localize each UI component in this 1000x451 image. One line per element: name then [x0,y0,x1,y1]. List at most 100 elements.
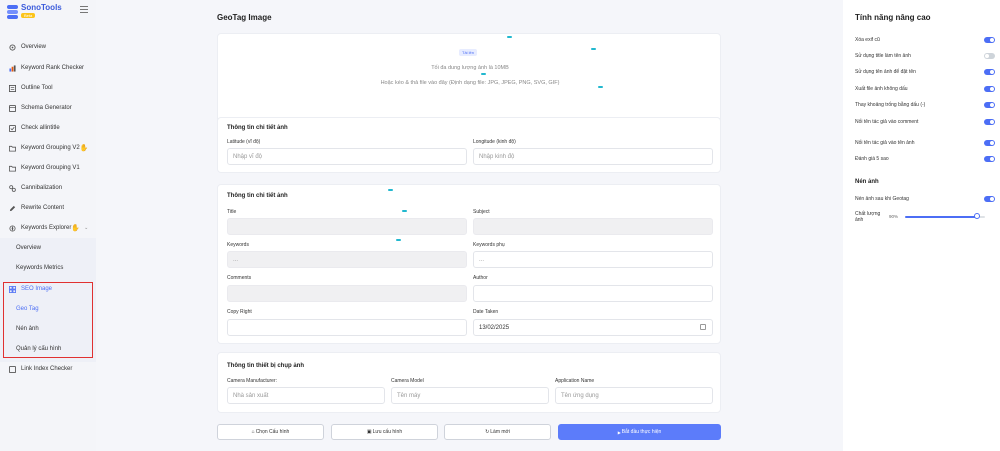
option-label: Nối tên tác giả vào comment [855,119,919,125]
toggle-switch[interactable] [984,156,995,162]
author-input[interactable] [473,285,713,302]
sidebar-item-keywords-explorer[interactable]: Keywords Explorer ✋ ⌄ [0,221,96,235]
sidebar-item-keyword-rank-checker[interactable]: Keyword Rank Checker [0,61,96,75]
title-label: Title [227,209,237,215]
section-title: Thông tin chi tiết ảnh [227,193,288,199]
sidebar-item-schema-generator[interactable]: Schema Generator [0,101,96,115]
button-label: Bắt đầu thực hiện [621,429,662,435]
button-label: Làm mới [490,429,510,435]
application-name-input[interactable]: Tên ứng dụng [555,387,713,404]
save-icon: ▣ [366,429,372,435]
reset-button[interactable]: ↻ Làm mới [444,424,551,440]
checkbox-icon [8,365,16,373]
sidebar-item-label: Outline Tool [21,85,53,91]
sidebar-item-keyword-grouping-v2[interactable]: Keyword Grouping V2 ✋ [0,141,96,155]
toggle-switch[interactable] [984,196,995,202]
option-row[interactable]: Nối tên tác giả vào tên ảnh [855,138,995,148]
sidebar-subitem-overview[interactable]: Overview [0,241,96,255]
toggle-switch[interactable] [984,102,995,108]
subject-label: Subject [473,209,490,215]
option-row[interactable]: Sử dụng title làm tên ảnh [855,51,995,61]
keywords-sub-input[interactable]: ... [473,251,713,268]
home-icon: ⌂ [251,429,255,435]
sidebar-item-overview[interactable]: Overview [0,40,96,54]
toggle-switch[interactable] [984,69,995,75]
upload-button[interactable]: Tải lên [459,49,478,56]
option-row[interactable]: Nối tên tác giả vào comment [855,117,995,127]
artifact-speck [507,36,512,38]
rank-icon [8,64,16,72]
option-label: Sử dụng tên ảnh để đặt tên [855,69,916,75]
copyright-label: Copy Right [227,309,252,315]
checkbox-icon [8,124,16,132]
toggle-switch[interactable] [984,53,995,59]
brand-name: SonoTools [21,3,62,12]
outline-icon [8,84,16,92]
option-label: Nén ảnh sau khi Geotag [855,196,909,202]
start-button[interactable]: ▶ Bắt đầu thực hiện [558,424,721,440]
longitude-input[interactable]: Nhập kinh độ [473,148,713,165]
artifact-speck [481,73,486,75]
date-taken-input[interactable]: 13/02/2025 [473,319,713,336]
sidebar-item-label: Overview [16,245,42,251]
sidebar-item-keyword-grouping-v1[interactable]: Keyword Grouping V1 [0,161,96,175]
folder-icon [8,164,16,172]
latitude-label: Latitude (vĩ độ) [227,139,261,145]
sidebar-item-link-index-checker[interactable]: Link Index Checker [0,362,96,376]
dashboard-icon [8,43,16,51]
copyright-input[interactable] [227,319,467,336]
menu-toggle-icon[interactable] [80,6,88,15]
section-title: Thông tin thiết bị chụp ảnh [227,363,304,369]
sidebar-item-cannibalization[interactable]: Cannibalization [0,181,96,195]
sidebar-subitem-keywords-metrics[interactable]: Keywords Metrics [0,261,96,275]
comments-input [227,285,467,302]
calendar-icon[interactable] [700,324,706,330]
cannibal-icon [8,184,16,192]
sidebar-item-label: Check allintitle [21,125,60,131]
option-compress-after-geotag[interactable]: Nén ảnh sau khi Geotag [855,194,995,204]
toggle-switch[interactable] [984,37,995,43]
toggle-switch[interactable] [984,140,995,146]
longitude-label: Longitude (kinh độ) [473,139,516,145]
toggle-switch[interactable] [984,119,995,125]
sidebar-item-outline-tool[interactable]: Outline Tool [0,81,96,95]
sidebar-item-label: Keywords Explorer [21,225,72,231]
date-taken-label: Date Taken [473,309,499,315]
choose-config-button[interactable]: ⌂ Chọn Cấu hình [217,424,324,440]
quality-value: 90% [889,214,899,219]
toggle-switch[interactable] [984,86,995,92]
page-title: GeoTag Image [217,13,272,22]
option-row[interactable]: Sử dụng tên ảnh để đặt tên [855,67,995,77]
title-input [227,218,467,235]
keywords-sub-label: Keywords phụ [473,242,505,248]
sidebar-item-label: Link Index Checker [21,366,73,372]
manufacturer-input[interactable]: Nhà sản xuất [227,387,385,404]
chevron-down-icon: ⌄ [84,225,89,231]
option-label: Đánh giá 5 sao [855,156,889,162]
sidebar-item-rewrite-content[interactable]: Rewrite Content [0,201,96,215]
option-row[interactable]: Xuất file ảnh không dấu [855,84,995,94]
device-card: Thông tin thiết bị chụp ảnh Camera Manuf… [217,352,721,413]
option-row[interactable]: Thay khoảng trống bằng dấu (-) [855,100,995,110]
panel-title: Tính năng nâng cao [855,13,931,22]
latitude-input[interactable]: Nhập vĩ độ [227,148,467,165]
pen-icon [8,204,16,212]
save-config-button[interactable]: ▣ Lưu cấu hình [331,424,438,440]
date-value: 13/02/2025 [479,324,510,331]
sidebar-item-label: Cannibalization [21,185,63,191]
quality-slider[interactable] [905,216,985,218]
keywords-label: Keywords [227,242,249,248]
button-label: Lưu cấu hình [372,429,403,435]
sidebar-item-label: Keyword Grouping V1 [21,165,80,171]
option-row[interactable]: Xóa exif cũ [855,35,995,45]
sidebar-item-check-allintitle[interactable]: Check allintitle [0,121,96,135]
camera-model-input[interactable]: Tên máy [391,387,549,404]
option-row[interactable]: Đánh giá 5 sao [855,154,995,164]
artifact-speck [402,210,407,212]
brand-logo[interactable]: SonoTools Beta [7,4,62,19]
option-label: Sử dụng title làm tên ảnh [855,53,911,59]
hand-emoji-icon: ✋ [71,225,81,232]
quality-slider-handle[interactable] [974,213,980,219]
artifact-speck [388,189,393,191]
sidebar-item-label: Keywords Metrics [16,265,64,271]
